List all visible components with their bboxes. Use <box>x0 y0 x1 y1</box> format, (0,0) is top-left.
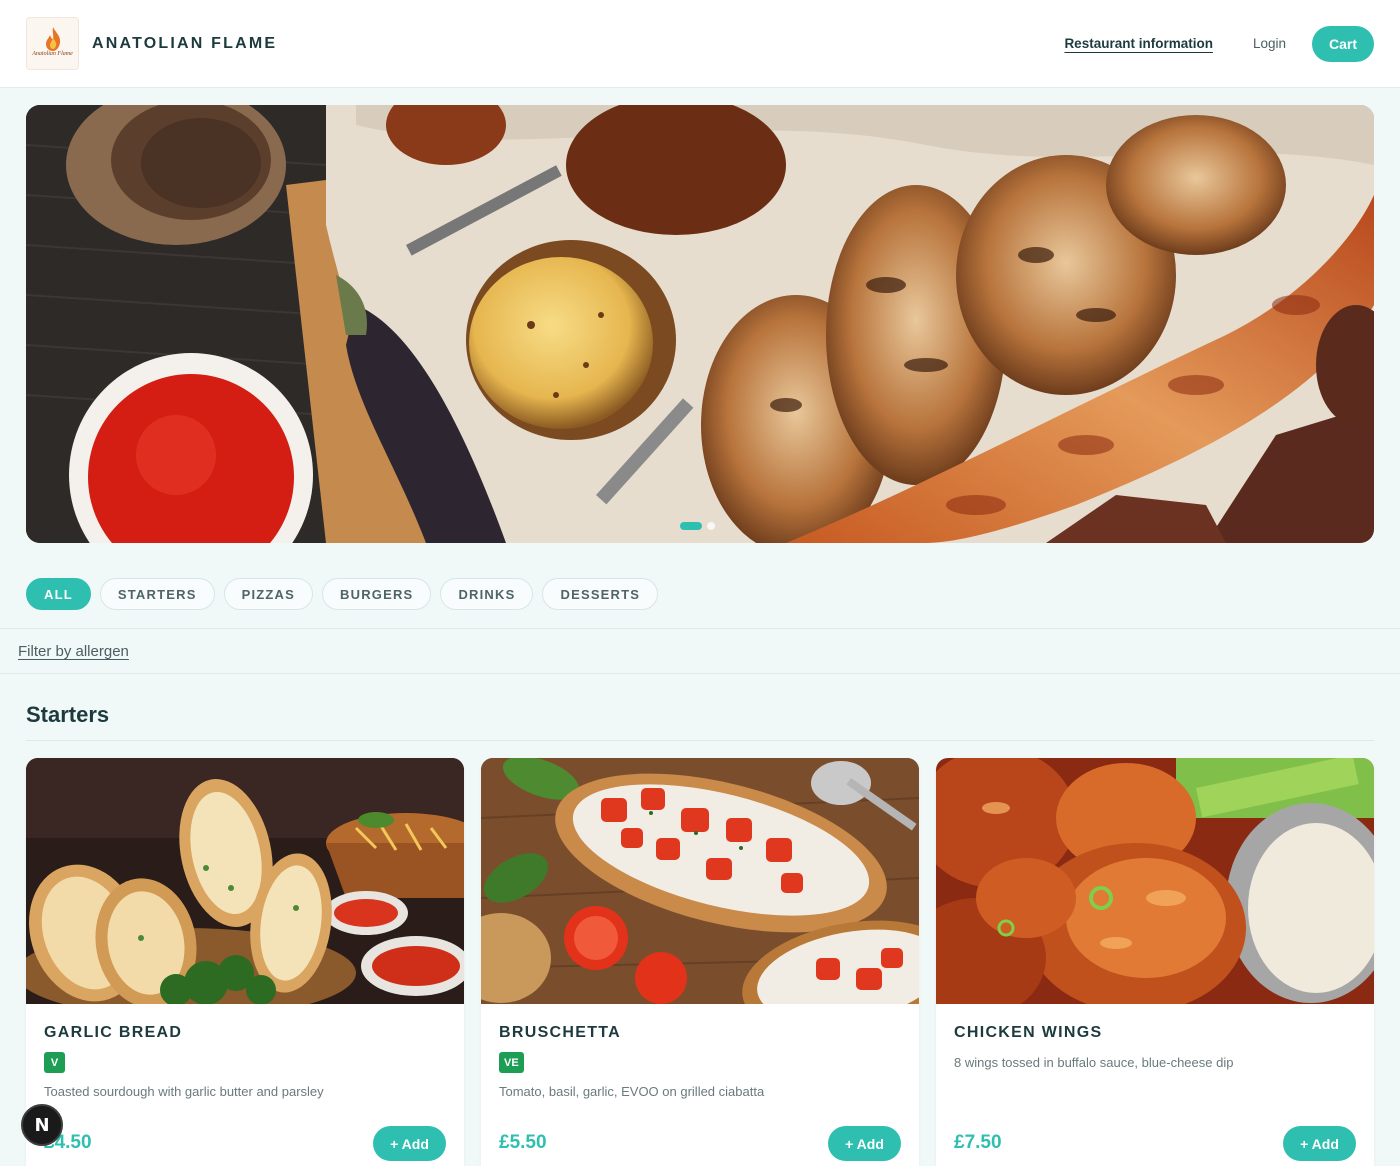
logo-wordmark: Anatolian Flame <box>32 51 73 57</box>
menu-item-name: BRUSCHETTA <box>499 1024 622 1041</box>
site-header: Anatolian Flame ANATOLIAN FLAME Restaura… <box>0 0 1400 88</box>
divider <box>26 740 1374 741</box>
category-pizzas[interactable]: PIZZAS <box>223 578 314 610</box>
category-burgers[interactable]: BURGERS <box>322 578 432 610</box>
nextjs-logo-icon: N <box>34 1114 50 1136</box>
carousel-dot-2[interactable] <box>707 522 715 530</box>
menu-item-description: Toasted sourdough with garlic butter and… <box>44 1084 324 1099</box>
divider <box>0 628 1400 629</box>
menu-item-card: BRUSCHETTA VE Tomato, basil, garlic, EVO… <box>481 758 919 1166</box>
category-starters[interactable]: STARTERS <box>99 578 215 610</box>
category-drinks[interactable]: DRINKS <box>440 578 534 610</box>
nextjs-dev-badge[interactable]: N <box>21 1104 63 1146</box>
category-desserts[interactable]: DESSERTS <box>542 578 659 610</box>
filter-by-allergen-link[interactable]: Filter by allergen <box>18 643 129 660</box>
category-all[interactable]: ALL <box>26 578 91 610</box>
vegan-badge: VE <box>499 1052 524 1073</box>
restaurant-logo[interactable]: Anatolian Flame <box>26 17 79 70</box>
carousel-dot-1[interactable] <box>680 522 702 530</box>
chicken-wings-image <box>936 758 1374 1004</box>
category-tabs: ALL STARTERS PIZZAS BURGERS DRINKS DESSE… <box>26 578 659 610</box>
menu-item-card: CHICKEN WINGS 8 wings tossed in buffalo … <box>936 758 1374 1166</box>
cart-button[interactable]: Cart <box>1312 25 1374 62</box>
add-to-cart-button[interactable]: + Add <box>1283 1126 1356 1161</box>
menu-item-price: £7.50 <box>954 1132 1002 1153</box>
menu-item-price: £5.50 <box>499 1132 547 1153</box>
menu-item-description: Tomato, basil, garlic, EVOO on grilled c… <box>499 1084 765 1099</box>
menu-item-card: GARLIC BREAD V Toasted sourdough with ga… <box>26 758 464 1166</box>
divider <box>0 673 1400 674</box>
bruschetta-image <box>481 758 919 1004</box>
menu-item-name: GARLIC BREAD <box>44 1024 183 1041</box>
hero-grill-platter-image <box>26 105 1374 543</box>
garlic-bread-image <box>26 758 464 1004</box>
restaurant-information-link[interactable]: Restaurant information <box>1064 36 1213 51</box>
brand-name: ANATOLIAN FLAME <box>92 34 278 52</box>
add-to-cart-button[interactable]: + Add <box>828 1126 901 1161</box>
menu-item-description: 8 wings tossed in buffalo sauce, blue-ch… <box>954 1055 1234 1070</box>
hero-carousel[interactable] <box>26 105 1374 543</box>
menu-item-name: CHICKEN WINGS <box>954 1024 1103 1041</box>
section-title: Starters <box>26 702 110 727</box>
flame-icon <box>45 26 60 51</box>
top-nav: Restaurant information Login Cart <box>1064 25 1374 62</box>
login-link[interactable]: Login <box>1253 36 1286 51</box>
add-to-cart-button[interactable]: + Add <box>373 1126 446 1161</box>
vegetarian-badge: V <box>44 1052 65 1073</box>
carousel-indicators <box>680 522 715 530</box>
